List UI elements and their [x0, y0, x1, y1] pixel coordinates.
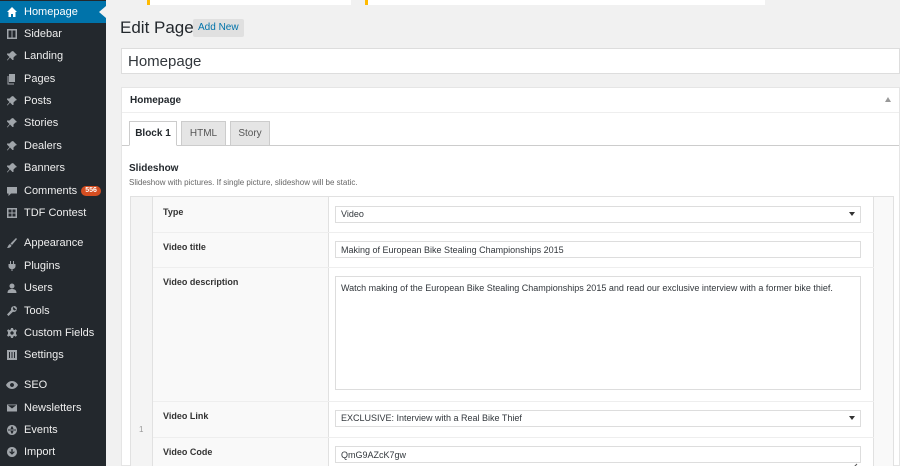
sidebar-item-seo[interactable]: SEO	[0, 374, 106, 396]
comments-count-badge: 556	[81, 186, 101, 196]
row-number: 1	[139, 425, 144, 434]
type-select[interactable]: Video	[335, 206, 861, 223]
sidebar-item-tdf-contest[interactable]: TDF Contest	[0, 202, 106, 224]
plug-icon	[6, 260, 18, 272]
video-title-label: Video title	[163, 242, 206, 252]
pin-icon	[6, 50, 18, 62]
sidebar-item-label: Custom Fields	[24, 327, 95, 339]
pages-icon	[6, 73, 18, 85]
video-description-textarea[interactable]: Watch making of the European Bike Steali…	[335, 276, 861, 390]
sidebar-item-label: TDF Contest	[24, 207, 87, 219]
home-icon	[6, 6, 18, 18]
section-description: Slideshow with pictures. If single pictu…	[129, 178, 358, 187]
homepage-metabox: Homepage Block 1 HTML Story Slideshow Sl…	[121, 87, 900, 466]
field-label-column	[153, 197, 329, 466]
section-title: Slideshow	[129, 163, 179, 174]
field-divider	[153, 437, 874, 438]
sidebar-item-label: Import	[24, 446, 56, 458]
pin-icon	[6, 140, 18, 152]
sidebar-item-comments[interactable]: Comments 556	[0, 180, 106, 202]
field-divider	[153, 232, 874, 233]
slideshow-repeater: 1 Type Video Video title Video descripti…	[130, 196, 894, 466]
sidebar-item-label: Appearance	[24, 237, 84, 249]
sidebar-item-label: Events	[24, 424, 58, 436]
sidebar-item-settings[interactable]: Settings	[0, 344, 106, 366]
tab-story[interactable]: Story	[230, 121, 270, 146]
sidebar-item-pages[interactable]: Pages	[0, 68, 106, 90]
sidebar-item-import[interactable]: Import	[0, 441, 106, 463]
sidebar-item-label: Tools	[24, 305, 50, 317]
sidebar-item-label: SEO	[24, 379, 48, 391]
type-select-value: Video	[341, 209, 364, 219]
sidebar-item-newsletters[interactable]: Newsletters	[0, 397, 106, 419]
tab-html[interactable]: HTML	[181, 121, 226, 146]
sidebar-item-label: Pages	[24, 73, 56, 85]
pin-icon	[6, 95, 18, 107]
sidebar-item-label: Users	[24, 282, 53, 294]
row-actions-column[interactable]	[873, 197, 893, 466]
video-title-input[interactable]	[335, 241, 861, 258]
sidebar-item-tools[interactable]: Tools	[0, 300, 106, 322]
type-label: Type	[163, 207, 184, 217]
pin-icon	[6, 117, 18, 129]
mail-icon	[6, 402, 18, 414]
pin-icon	[6, 162, 18, 174]
brush-icon	[6, 237, 18, 249]
admin-notice	[365, 0, 765, 5]
sidebar-item-label: Homepage	[24, 6, 78, 18]
sidebar-item-label: Plugins	[24, 260, 61, 272]
sidebar-item-custom-fields[interactable]: Custom Fields	[0, 322, 106, 344]
sidebar-item-sidebar[interactable]: Sidebar	[0, 23, 106, 45]
admin-sidebar: Homepage Sidebar Landing Pages Posts Sto…	[0, 0, 106, 466]
sidebar-item-appearance[interactable]: Appearance	[0, 232, 106, 254]
video-code-input[interactable]	[335, 446, 861, 463]
video-link-select[interactable]: EXCLUSIVE: Interview with a Real Bike Th…	[335, 410, 861, 427]
row-drag-handle[interactable]: 1	[131, 197, 153, 466]
sidebar-item-posts[interactable]: Posts	[0, 90, 106, 112]
video-link-select-value: EXCLUSIVE: Interview with a Real Bike Th…	[341, 413, 522, 423]
sidebar-item-plugins[interactable]: Plugins	[0, 255, 106, 277]
post-title-input[interactable]	[121, 48, 900, 74]
sidebar-item-label: Landing	[24, 50, 64, 62]
sidebar-item-users[interactable]: Users	[0, 277, 106, 299]
grid-icon	[6, 207, 18, 219]
admin-notice	[147, 0, 351, 5]
comment-icon	[6, 185, 18, 197]
sidebar-item-label: Settings	[24, 349, 64, 361]
video-code-label: Video Code	[163, 447, 213, 457]
seo-icon	[6, 379, 18, 391]
sidebar-item-label: Newsletters	[24, 402, 82, 414]
dropdown-arrow-icon	[849, 416, 855, 420]
sidebar-item-label: Dealers	[24, 140, 62, 152]
sidebar-item-events[interactable]: Events	[0, 419, 106, 441]
metabox-title: Homepage	[130, 95, 182, 106]
sidebar-item-label: Banners	[24, 162, 65, 174]
sidebar-item-homepage[interactable]: Homepage	[0, 1, 106, 23]
dropdown-arrow-icon	[849, 212, 855, 216]
sidebar-item-dealers[interactable]: Dealers	[0, 135, 106, 157]
wrench-icon	[6, 305, 18, 317]
gear-icon	[6, 327, 18, 339]
collapse-arrow-icon[interactable]	[885, 97, 891, 102]
sidebar-item-stories[interactable]: Stories	[0, 112, 106, 134]
sliders-icon	[6, 349, 18, 361]
columns-icon	[6, 28, 18, 40]
page-title: Edit Page	[120, 18, 194, 37]
sidebar-item-label: Sidebar	[24, 28, 62, 40]
tab-block-1[interactable]: Block 1	[129, 121, 177, 146]
sidebar-item-banners[interactable]: Banners	[0, 157, 106, 179]
field-divider	[153, 267, 874, 268]
sidebar-item-landing[interactable]: Landing	[0, 45, 106, 67]
user-icon	[6, 282, 18, 294]
sidebar-item-label: Comments	[24, 185, 78, 197]
sidebar-item-label: Stories	[24, 117, 59, 129]
add-new-button[interactable]: Add New	[193, 19, 244, 37]
field-divider	[153, 401, 874, 402]
globe-icon	[6, 424, 18, 436]
video-link-label: Video Link	[163, 411, 209, 421]
import-icon	[6, 446, 18, 458]
sidebar-item-label: Posts	[24, 95, 52, 107]
video-description-label: Video description	[163, 277, 239, 287]
metabox-header[interactable]: Homepage	[122, 88, 899, 113]
